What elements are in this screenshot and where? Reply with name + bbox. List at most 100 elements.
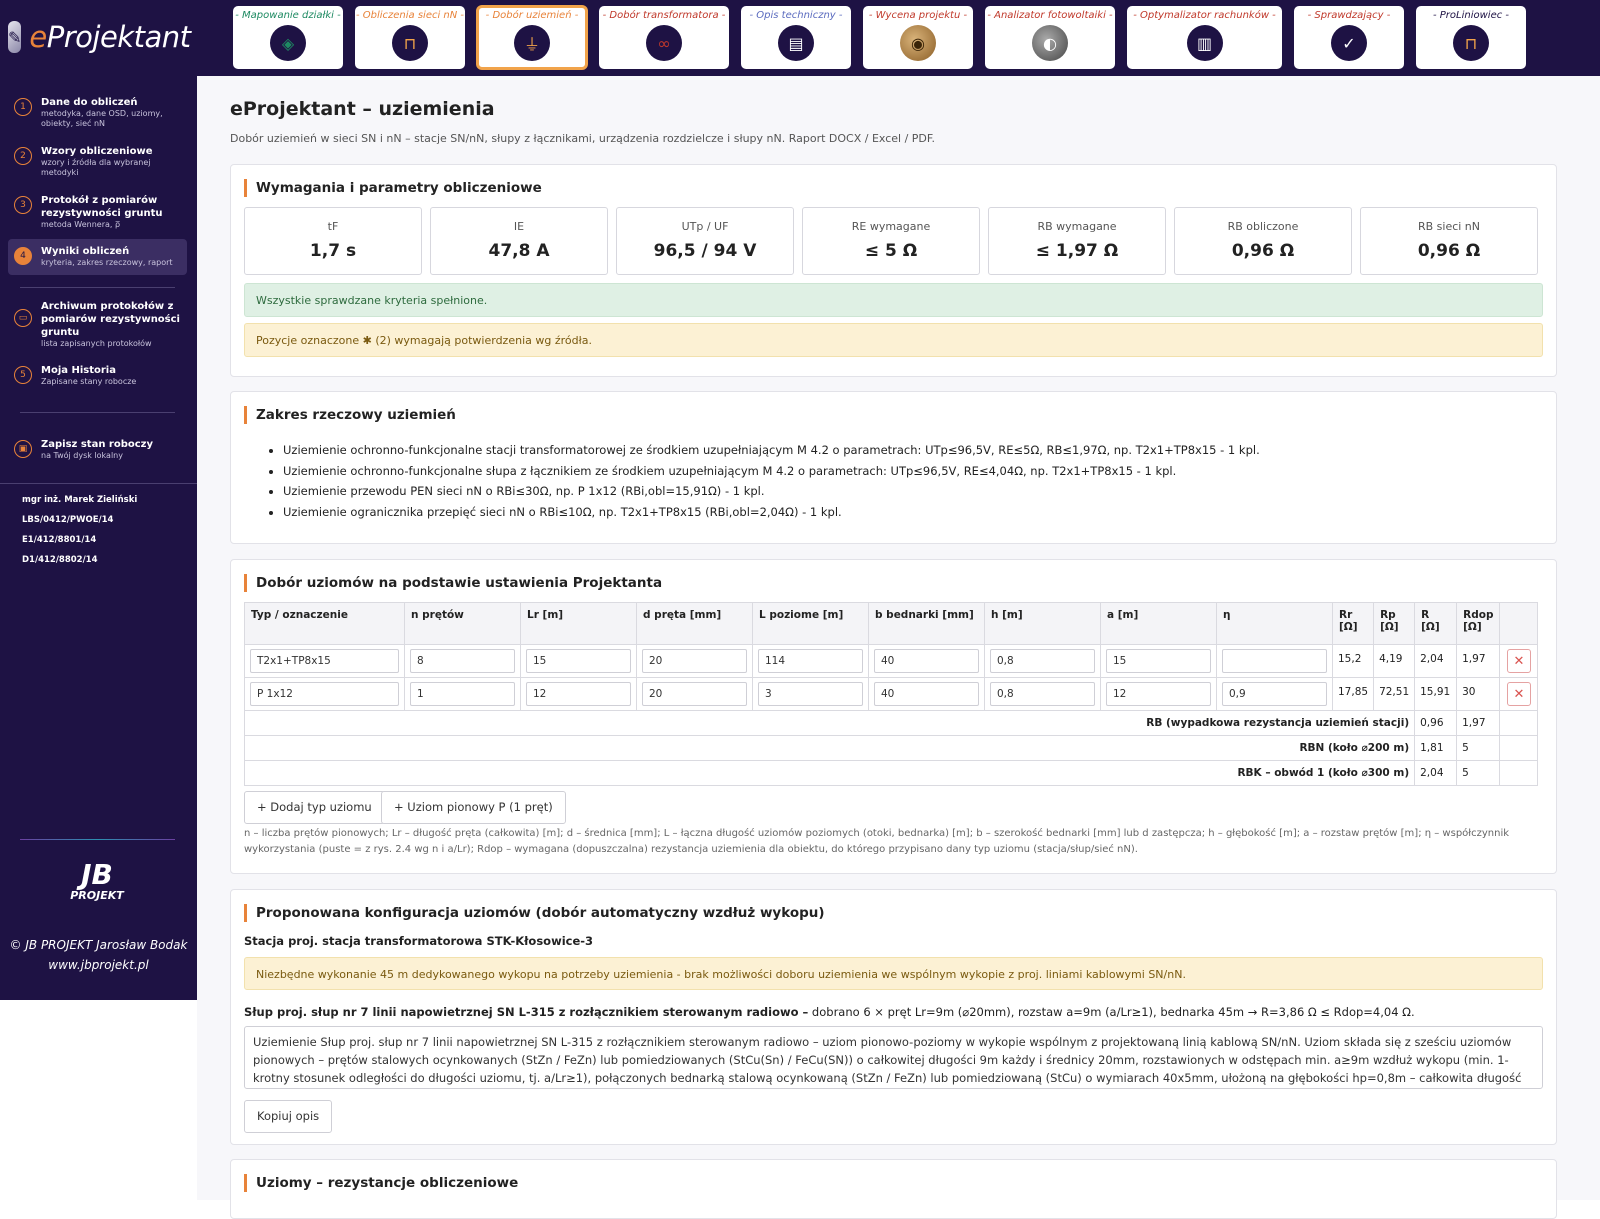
eta-input[interactable] [1222,682,1327,706]
delete-row-button[interactable]: ✕ [1506,649,1531,673]
tab-dobor-transformatora[interactable]: - Dobór transformatora - ∞ [599,6,729,69]
rod-length-input[interactable] [526,649,631,673]
card-title: Proponowana konfiguracja uziomów (dobór … [244,904,825,922]
column-header: Lr [m] [520,602,637,645]
param-value: 0,96 Ω [1417,241,1481,261]
column-header: R [Ω] [1414,602,1458,645]
sidebar-item-label: Protokół z pomiarów rezystywności gruntu [41,195,163,219]
sidebar-item-dane[interactable]: 1 Dane do obliczeń metodyka, dane OSD, uz… [8,90,187,135]
sidebar-item-protokol[interactable]: 3 Protokół z pomiarów rezystywności grun… [8,188,187,236]
cell-r: 15,91 [1414,677,1458,711]
logo-text: eProjektant [29,20,191,54]
list-item: Uziemienie przewodu PEN sieci nN o RBi≤3… [283,481,1260,502]
strip-width-input[interactable] [874,682,979,706]
param-tile: tF 1,7 s [244,207,422,275]
tab-mapowanie-dzialki[interactable]: - Mapowanie działki - ◈ [233,6,343,69]
column-header: Rp [Ω] [1373,602,1416,645]
summary-row: RBN (koło ⌀200 m) 1,81 5 [243,735,1539,761]
sidebar-item-wzory[interactable]: 2 Wzory obliczeniowe wzory i źródła dla w… [8,139,187,184]
history-icon: 5 [14,366,32,384]
column-header-actions [1499,602,1539,645]
eta-input[interactable] [1222,649,1327,673]
electrode-table: Typ / oznaczenie n prętów Lr [m] d pręta… [243,602,1539,786]
strip-width-input[interactable] [874,649,979,673]
column-header: b bednarki [mm] [868,602,985,645]
column-header: L poziome [m] [752,602,869,645]
spacing-input[interactable] [1106,682,1211,706]
map-icon: ◈ [270,25,306,61]
param-label: RE wymagane [851,220,931,233]
user-license: D1/412/8802/14 [22,555,98,565]
summary-label: RBK – obwód 1 (koło ⌀300 m) [243,760,1416,786]
param-value: 47,8 A [488,241,550,261]
module-tabs: - Mapowanie działki - ◈ - Obliczenia siec… [233,6,1526,70]
rod-diameter-input[interactable] [642,682,747,706]
description-textarea[interactable]: Uziemienie Słup proj. słup nr 7 linii na… [244,1026,1543,1089]
tab-opis-techniczny[interactable]: - Opis techniczny - ▤ [741,6,851,69]
footer-company: © JB PROJEKT Jarosław Bodak [9,938,188,952]
rod-count-input[interactable] [410,649,515,673]
rod-diameter-input[interactable] [642,649,747,673]
tab-analizator-fotowoltaiki[interactable]: - Analizator fotowoltaiki - ◐ [985,6,1115,69]
horizontal-length-input[interactable] [758,682,863,706]
list-item: Uziemienie ochronno-funkcjonalne słupa z… [283,461,1260,482]
depth-input[interactable] [990,649,1095,673]
page-title: eProjektant – uziemienia [230,98,495,120]
depth-input[interactable] [990,682,1095,706]
tab-dobor-uziemien[interactable]: - Dobór uziemień - ⏚ [477,6,587,69]
tab-label: - Obliczenia sieci nN - [355,10,465,21]
tab-label: - Dobór transformatora - [602,10,726,21]
param-value: 0,96 Ω [1231,241,1295,261]
bill-icon: ▥ [1186,25,1223,61]
pv-icon: ◐ [1032,25,1068,61]
selection-card: Dobór uziomów na podstawie ustawienia Pr… [230,559,1557,874]
param-tile: RB sieci nN 0,96 Ω [1360,207,1538,275]
tab-label: - Sprawdzający - [1307,10,1391,21]
rod-count-input[interactable] [410,682,515,706]
horizontal-length-input[interactable] [758,649,863,673]
tab-sprawdzajacy[interactable]: - Sprawdzający - ✓ [1294,6,1404,69]
tab-label: - Mapowanie działki - [235,10,341,21]
add-vertical-rod-button[interactable]: + Uziom pionowy P (1 pręt) [381,791,566,824]
divider [20,287,175,288]
card-title: Dobór uziomów na podstawie ustawienia Pr… [244,574,662,592]
column-header: a [m] [1100,602,1217,645]
add-electrode-type-button[interactable]: + Dodaj typ uziomu [244,791,385,824]
spacing-input[interactable] [1106,649,1211,673]
summary-label: RBN (koło ⌀200 m) [243,735,1416,761]
sidebar-item-label: Archiwum protokołów z pomiarów rezystywn… [41,301,180,338]
transformer-icon: ∞ [646,25,682,61]
param-tile: RB obliczone 0,96 Ω [1174,207,1352,275]
success-alert: Wszystkie sprawdzane kryteria spełnione. [244,283,1543,317]
footer-website[interactable]: www.jbprojekt.pl [0,958,197,972]
param-value: ≤ 5 Ω [864,241,918,261]
tab-label: - Wycena projektu - [868,10,968,21]
table-legend: n – liczba prętów pionowych; Lr – długoś… [244,828,1510,855]
card-title: Uziomy – rezystancje obliczeniowe [244,1174,518,1192]
sidebar-item-zapisz[interactable]: ▣ Zapisz stan roboczy na Twój dysk lokaln… [8,432,187,467]
tab-optymalizator-rachunkow[interactable]: - Optymalizator rachunków - ▥ [1127,6,1282,69]
tab-proliniowiec[interactable]: - ProLiniowiec - ⊓ [1416,6,1526,69]
delete-row-button[interactable]: ✕ [1506,682,1531,706]
column-header: h [m] [984,602,1101,645]
scope-card: Zakres rzeczowy uziemień Uziemienie ochr… [230,391,1557,544]
app-logo[interactable]: ✎ eProjektant [8,12,191,62]
sidebar-item-historia[interactable]: 5 Moja Historia Zapisane stany robocze [8,358,187,393]
tab-obliczenia-sieci-nn[interactable]: - Obliczenia sieci nN - ⊓ [355,6,465,69]
sidebar-item-label: Dane do obliczeń [41,97,138,108]
requirements-card: Wymagania i parametry obliczeniowe tF 1,7… [230,164,1557,377]
copy-description-button[interactable]: Kopiuj opis [244,1100,333,1133]
next-card: Uziomy – rezystancje obliczeniowe [230,1159,1557,1219]
step-number: 2 [14,147,32,165]
sidebar-item-wyniki[interactable]: 4 Wyniki obliczeń kryteria, zakres rzeczo… [8,239,187,275]
type-input[interactable] [250,649,399,673]
param-label: IE [513,220,525,233]
type-input[interactable] [250,682,399,706]
tab-wycena-projektu[interactable]: - Wycena projektu - ◉ [863,6,973,69]
rod-length-input[interactable] [526,682,631,706]
param-value: 96,5 / 94 V [653,241,757,261]
cell-rdop: 30 [1456,677,1501,711]
pole-icon: ⊓ [392,25,428,61]
line-icon: ⊓ [1453,25,1489,61]
sidebar-item-archiwum[interactable]: ▭ Archiwum protokołów z pomiarów rezysty… [8,294,187,355]
